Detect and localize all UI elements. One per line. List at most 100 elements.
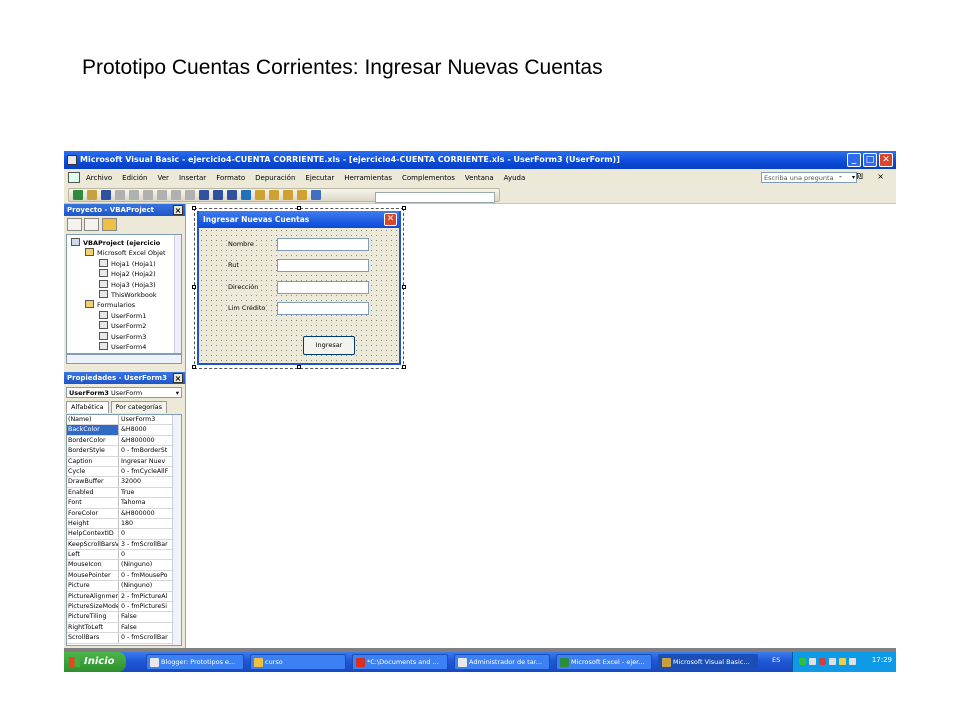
tree-item[interactable]: VBAProject (ejercicio [71, 238, 160, 248]
property-value[interactable]: 3 - fmScrollBar [119, 540, 174, 549]
property-value[interactable]: 0 [119, 529, 174, 538]
property-value[interactable]: 180 [119, 519, 174, 528]
chevron-down-icon[interactable]: ▾ [176, 388, 179, 398]
tray-app-icon[interactable] [799, 658, 806, 665]
property-row[interactable]: BorderColor &H800000 [67, 435, 181, 447]
property-value[interactable]: (Ninguno) [119, 581, 174, 590]
properties-scrollbar[interactable] [172, 415, 181, 645]
property-value[interactable]: 0 - fmMousePo [119, 571, 174, 580]
paste-icon[interactable] [143, 190, 153, 200]
property-value[interactable]: 2 - fmPictureAl [119, 592, 174, 601]
menu-ventana[interactable]: Ventana [465, 174, 494, 182]
task-administrador[interactable]: Administrador de tar... [454, 654, 550, 670]
userform-close-button[interactable]: ✕ [384, 213, 397, 226]
menu-complementos[interactable]: Complementos [402, 174, 455, 182]
tree-horizontal-scrollbar[interactable] [66, 354, 182, 364]
menu-edicion[interactable]: Edición [122, 174, 147, 182]
object-selector[interactable]: UserForm3 UserForm ▾ [66, 387, 182, 398]
mdi-child-controls[interactable]: - ₪ × [839, 172, 890, 181]
tab-alfabetica[interactable]: Alfabética [66, 401, 109, 413]
tray-app-icon[interactable] [809, 658, 816, 665]
project-explorer-icon[interactable] [255, 190, 265, 200]
maximize-button[interactable]: □ [863, 153, 877, 167]
property-row[interactable]: KeepScrollBarsV 3 - fmScrollBar [67, 539, 181, 551]
property-value[interactable]: 0 - fmBorderSt [119, 446, 174, 455]
property-value[interactable]: Ingresar Nuev [119, 457, 174, 466]
property-value[interactable]: &H800000 [119, 509, 174, 518]
menu-ejecutar[interactable]: Ejecutar [305, 174, 334, 182]
menu-insertar[interactable]: Insertar [179, 174, 206, 182]
property-row[interactable]: Height 180 [67, 518, 181, 530]
resize-handle[interactable] [402, 206, 406, 210]
resize-handle[interactable] [297, 206, 301, 210]
property-row[interactable]: RightToLeft False [67, 622, 181, 634]
property-row[interactable]: ForeColor &H800000 [67, 508, 181, 519]
userform-body[interactable]: Nombre Rut Dirección Lim Crédito Ingresa… [199, 228, 399, 363]
menu-ayuda[interactable]: Ayuda [504, 174, 526, 182]
property-value[interactable]: &H8000 [119, 425, 174, 434]
direccion-input[interactable] [277, 281, 369, 294]
property-value[interactable]: 0 - fmScrollBar [119, 633, 174, 642]
properties-icon[interactable] [269, 190, 279, 200]
help-icon[interactable] [311, 190, 321, 200]
close-icon[interactable]: × [173, 373, 183, 383]
resize-handle[interactable] [192, 365, 196, 369]
task-visual-basic[interactable]: Microsoft Visual Basic... [658, 654, 758, 670]
mdi-window-icon[interactable] [68, 172, 80, 183]
resize-handle[interactable] [402, 365, 406, 369]
property-row[interactable]: Caption Ingresar Nuev [67, 456, 181, 467]
tree-item[interactable]: UserForm3 [99, 331, 146, 342]
tray-app-icon[interactable] [839, 658, 846, 665]
lim-credito-input[interactable] [277, 302, 369, 315]
start-button[interactable]: Inicio [64, 652, 126, 672]
close-icon[interactable]: × [173, 205, 183, 215]
property-row[interactable]: MouseIcon (Ninguno) [67, 560, 181, 571]
insert-userform-icon[interactable] [87, 190, 97, 200]
cut-icon[interactable] [115, 190, 125, 200]
property-row[interactable]: BackColor &H8000 [67, 425, 181, 436]
vbe-title-bar[interactable]: Microsoft Visual Basic - ejercicio4-CUEN… [64, 151, 896, 169]
property-row[interactable]: BorderStyle 0 - fmBorderSt [67, 446, 181, 457]
menu-herramientas[interactable]: Herramientas [344, 174, 392, 182]
tray-app-icon[interactable] [819, 658, 826, 665]
property-value[interactable]: UserForm3 [119, 415, 174, 424]
task-documents[interactable]: *C:\Documents and ... [352, 654, 448, 670]
toggle-folders-icon[interactable] [102, 218, 117, 231]
tree-item[interactable]: UserForm4 [99, 342, 146, 352]
menu-archivo[interactable]: Archivo [86, 174, 112, 182]
property-value[interactable]: 0 - fmPictureSi [119, 602, 174, 611]
property-row[interactable]: PictureTiling False [67, 612, 181, 623]
design-mode-icon[interactable] [241, 190, 251, 200]
property-value[interactable]: False [119, 623, 174, 632]
pause-icon[interactable] [213, 190, 223, 200]
property-value[interactable]: 0 [119, 550, 174, 559]
tab-por-categorias[interactable]: Por categorías [110, 401, 168, 413]
tree-scrollbar[interactable] [174, 235, 181, 353]
property-row[interactable]: (Name) UserForm3 [67, 415, 181, 426]
property-row[interactable]: Picture (Ninguno) [67, 581, 181, 592]
property-value[interactable]: False [119, 612, 174, 621]
close-button[interactable]: ✕ [879, 153, 893, 167]
properties-panel-header[interactable]: Propiedades - UserForm3 × [64, 372, 185, 384]
tree-item[interactable]: Microsoft Excel Objet [85, 248, 166, 258]
save-icon[interactable] [101, 190, 111, 200]
minimize-button[interactable]: _ [847, 153, 861, 167]
tree-item[interactable]: Hoja3 (Hoja3) [99, 279, 156, 290]
resize-handle[interactable] [192, 285, 196, 289]
nombre-input[interactable] [277, 238, 369, 251]
tree-item[interactable]: ThisWorkbook [99, 290, 157, 300]
property-row[interactable]: Cycle 0 - fmCycleAllF [67, 466, 181, 478]
resize-handle[interactable] [297, 365, 301, 369]
menu-ver[interactable]: Ver [158, 174, 169, 182]
userform-designer[interactable]: Ingresar Nuevas Cuentas ✕ Nombre Rut Dir… [197, 211, 401, 365]
language-indicator[interactable]: ES [772, 656, 780, 664]
property-row[interactable]: PictureAlignmen 2 - fmPictureAl [67, 591, 181, 603]
resize-handle[interactable] [192, 206, 196, 210]
menu-depuracion[interactable]: Depuración [255, 174, 295, 182]
property-value[interactable]: 32000 [119, 477, 174, 486]
menu-formato[interactable]: Formato [216, 174, 245, 182]
property-value[interactable]: True [119, 488, 174, 497]
tree-item[interactable]: UserForm2 [99, 321, 146, 331]
property-row[interactable]: DrawBuffer 32000 [67, 477, 181, 488]
property-value[interactable]: (Ninguno) [119, 560, 174, 569]
